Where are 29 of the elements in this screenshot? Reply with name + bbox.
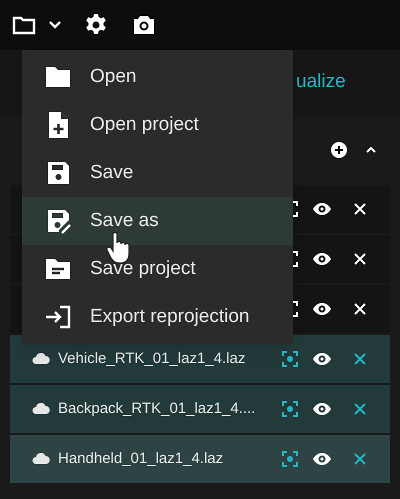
eye-icon[interactable] <box>312 452 332 466</box>
menu-item[interactable]: Save <box>22 149 293 197</box>
export-icon <box>44 303 72 331</box>
eye-icon[interactable] <box>312 202 332 216</box>
focus-icon[interactable] <box>282 401 298 417</box>
focus-icon[interactable] <box>282 351 298 367</box>
menu-item[interactable]: Open project <box>22 101 293 149</box>
eye-icon[interactable] <box>312 302 332 316</box>
file-name: Vehicle_RTK_01_laz1_4.laz <box>58 348 246 369</box>
menu-item[interactable]: Save project <box>22 245 293 293</box>
camera-icon[interactable] <box>132 14 156 36</box>
tab-label[interactable]: ualize <box>296 68 346 97</box>
focus-icon[interactable] <box>282 451 298 467</box>
cloud-icon <box>32 353 50 365</box>
folder-icon[interactable] <box>12 15 36 35</box>
layer-row[interactable]: Backpack_RTK_01_laz1_4.... <box>10 385 390 433</box>
add-icon[interactable] <box>330 141 348 159</box>
file-name: Handheld_01_laz1_4.laz <box>58 448 224 469</box>
menu-item[interactable]: Save as <box>22 197 293 245</box>
file-name: Backpack_RTK_01_laz1_4.... <box>58 398 256 419</box>
menu-item[interactable]: Open <box>22 53 293 101</box>
eye-icon[interactable] <box>312 402 332 416</box>
eye-icon[interactable] <box>312 352 332 366</box>
eye-icon[interactable] <box>312 252 332 266</box>
menu-item[interactable]: Export reprojection <box>22 293 293 341</box>
cloud-icon <box>32 403 50 415</box>
layer-row[interactable]: Handheld_01_laz1_4.laz <box>10 435 390 483</box>
settings-icon[interactable] <box>84 13 108 37</box>
cloud-icon <box>32 453 50 465</box>
